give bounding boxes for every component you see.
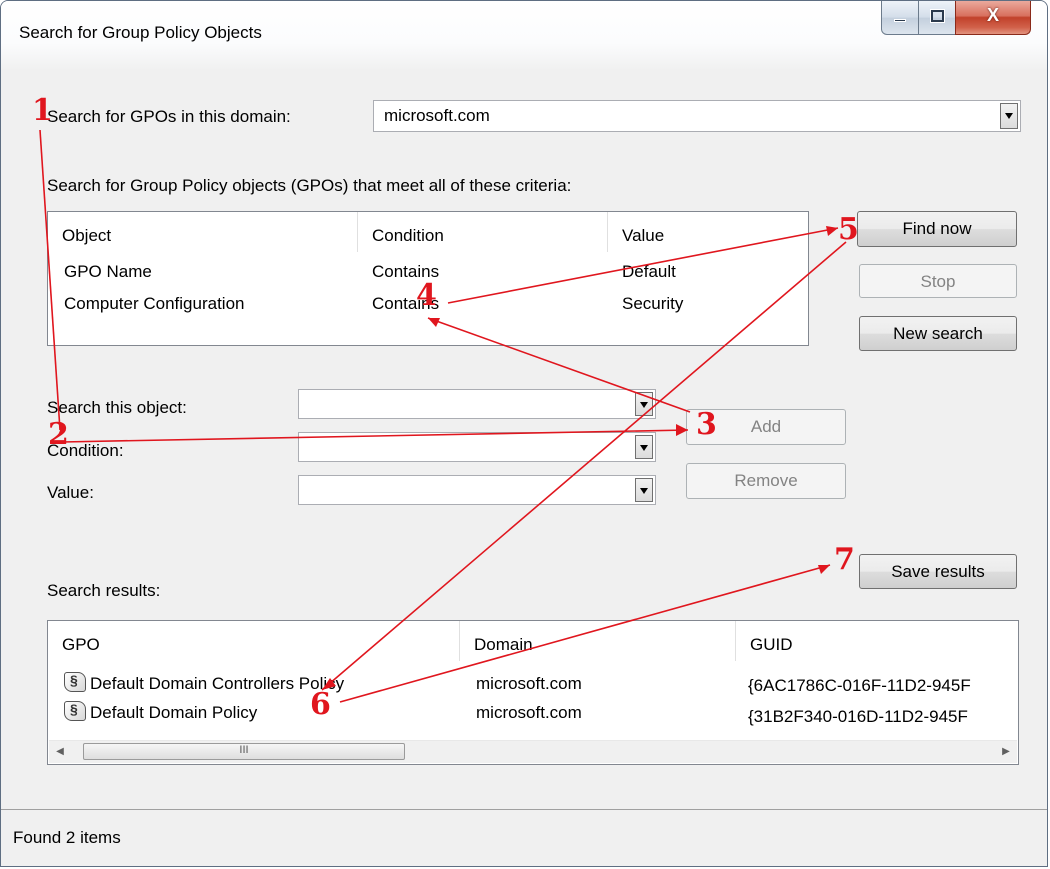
criteria-value: Default <box>622 262 676 281</box>
column-header-guid[interactable]: GUID <box>736 621 1018 661</box>
value-select[interactable] <box>298 475 656 505</box>
domain-value: microsoft.com <box>384 106 490 125</box>
annotation-marker: 5 <box>838 212 859 247</box>
results-list[interactable]: GPO Domain GUID Default Domain Controlle… <box>47 620 1019 765</box>
search-object-label: Search this object: <box>47 398 187 417</box>
maximize-button[interactable] <box>918 1 956 35</box>
dialog-window: Search for Group Policy Objects X Search… <box>0 0 1048 867</box>
criteria-object: Computer Configuration <box>64 294 245 313</box>
close-icon: X <box>986 5 999 25</box>
arrow-right-icon[interactable]: ▶ <box>995 741 1017 763</box>
result-gpo-name: Default Domain Policy <box>90 703 258 722</box>
result-guid: {31B2F340-016D-11D2-945F <box>748 707 968 726</box>
column-header-domain[interactable]: Domain <box>460 621 736 661</box>
criteria-object: GPO Name <box>64 262 152 281</box>
column-header-gpo[interactable]: GPO <box>48 621 460 661</box>
chevron-down-icon[interactable] <box>635 435 653 459</box>
result-domain: microsoft.com <box>476 703 582 722</box>
gpo-scroll-icon <box>64 672 86 692</box>
result-gpo-name: Default Domain Controllers Policy <box>90 674 345 693</box>
annotation-marker: 4 <box>416 278 437 313</box>
column-header-object[interactable]: Object <box>48 212 358 252</box>
annotation-marker: 2 <box>48 417 69 452</box>
save-results-button[interactable]: Save results <box>859 554 1017 589</box>
chevron-down-icon[interactable] <box>1000 103 1018 129</box>
arrow-left-icon[interactable]: ◀ <box>49 741 71 763</box>
remove-button[interactable]: Remove <box>686 463 846 499</box>
title-bar[interactable]: Search for Group Policy Objects X <box>1 1 1047 71</box>
maximize-icon <box>931 10 944 22</box>
status-bar: Found 2 items <box>1 809 1047 866</box>
column-header-value[interactable]: Value <box>608 212 808 252</box>
column-header-condition[interactable]: Condition <box>358 212 608 252</box>
chevron-down-icon[interactable] <box>635 392 653 416</box>
minimize-button[interactable] <box>881 1 919 35</box>
status-text: Found 2 items <box>13 828 121 847</box>
find-now-button[interactable]: Find now <box>857 211 1017 247</box>
minimize-icon <box>894 19 906 22</box>
window-title: Search for Group Policy Objects <box>19 23 262 42</box>
annotation-marker: 3 <box>696 407 717 442</box>
new-search-button[interactable]: New search <box>859 316 1017 351</box>
value-label: Value: <box>47 483 94 502</box>
search-object-select[interactable] <box>298 389 656 419</box>
close-button[interactable]: X <box>955 1 1031 35</box>
criteria-value: Security <box>622 294 684 313</box>
annotation-marker: 1 <box>32 93 53 128</box>
annotation-marker: 7 <box>834 542 855 577</box>
chevron-down-icon[interactable] <box>635 478 653 502</box>
result-domain: microsoft.com <box>476 674 582 693</box>
scrollbar-thumb[interactable]: III <box>83 743 405 760</box>
results-label: Search results: <box>47 581 161 600</box>
domain-select[interactable]: microsoft.com <box>373 100 1021 132</box>
condition-select[interactable] <box>298 432 656 462</box>
result-guid: {6AC1786C-016F-11D2-945F <box>748 676 971 695</box>
horizontal-scrollbar[interactable]: ◀ III ▶ <box>49 740 1017 763</box>
stop-button[interactable]: Stop <box>859 264 1017 298</box>
criteria-heading: Search for Group Policy objects (GPOs) t… <box>47 176 572 195</box>
domain-label: Search for GPOs in this domain: <box>47 107 291 126</box>
annotation-marker: 6 <box>310 687 331 722</box>
gpo-scroll-icon <box>64 701 86 721</box>
